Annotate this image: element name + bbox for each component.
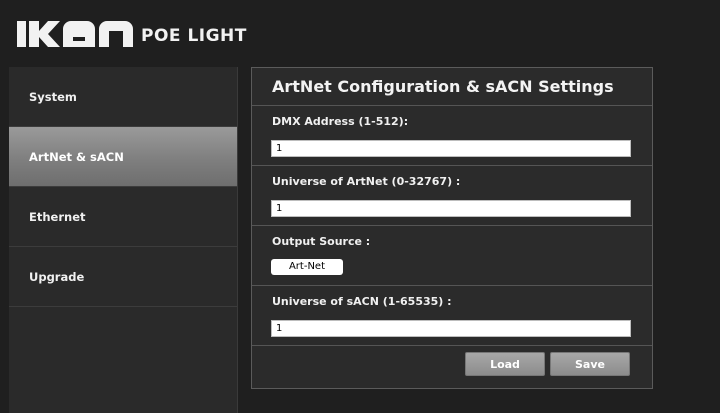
sidebar-item-ethernet[interactable]: Ethernet	[9, 187, 237, 247]
output-source-label: Output Source :	[272, 235, 371, 248]
artnet-universe-row: Universe of ArtNet (0-32767) :	[252, 166, 652, 226]
load-button[interactable]: Load	[465, 352, 545, 376]
header: POE LIGHT	[0, 0, 720, 62]
sidebar: System ArtNet & sACN Ethernet Upgrade	[9, 67, 238, 413]
settings-panel: ArtNet Configuration & sACN Settings DMX…	[251, 67, 653, 389]
artnet-universe-input[interactable]	[271, 200, 631, 217]
output-source-select[interactable]: Art-Net	[271, 259, 343, 275]
sidebar-item-artnet-sacn[interactable]: ArtNet & sACN	[9, 127, 237, 187]
sidebar-item-upgrade[interactable]: Upgrade	[9, 247, 237, 307]
logo: POE LIGHT	[17, 15, 247, 49]
sidebar-item-system[interactable]: System	[9, 67, 237, 127]
product-name: POE LIGHT	[141, 26, 247, 46]
panel-title: ArtNet Configuration & sACN Settings	[252, 68, 652, 106]
sacn-universe-input[interactable]	[271, 320, 631, 337]
sacn-universe-label: Universe of sACN (1-65535) :	[272, 295, 452, 308]
output-source-row: Output Source : Art-Net	[252, 226, 652, 286]
ikan-logo-icon	[17, 21, 133, 47]
panel-footer: Load Save	[252, 346, 652, 388]
dmx-address-row: DMX Address (1-512):	[252, 106, 652, 166]
save-button[interactable]: Save	[550, 352, 630, 376]
dmx-address-label: DMX Address (1-512):	[272, 115, 409, 128]
sacn-universe-row: Universe of sACN (1-65535) :	[252, 286, 652, 346]
dmx-address-input[interactable]	[271, 140, 631, 157]
artnet-universe-label: Universe of ArtNet (0-32767) :	[272, 175, 461, 188]
